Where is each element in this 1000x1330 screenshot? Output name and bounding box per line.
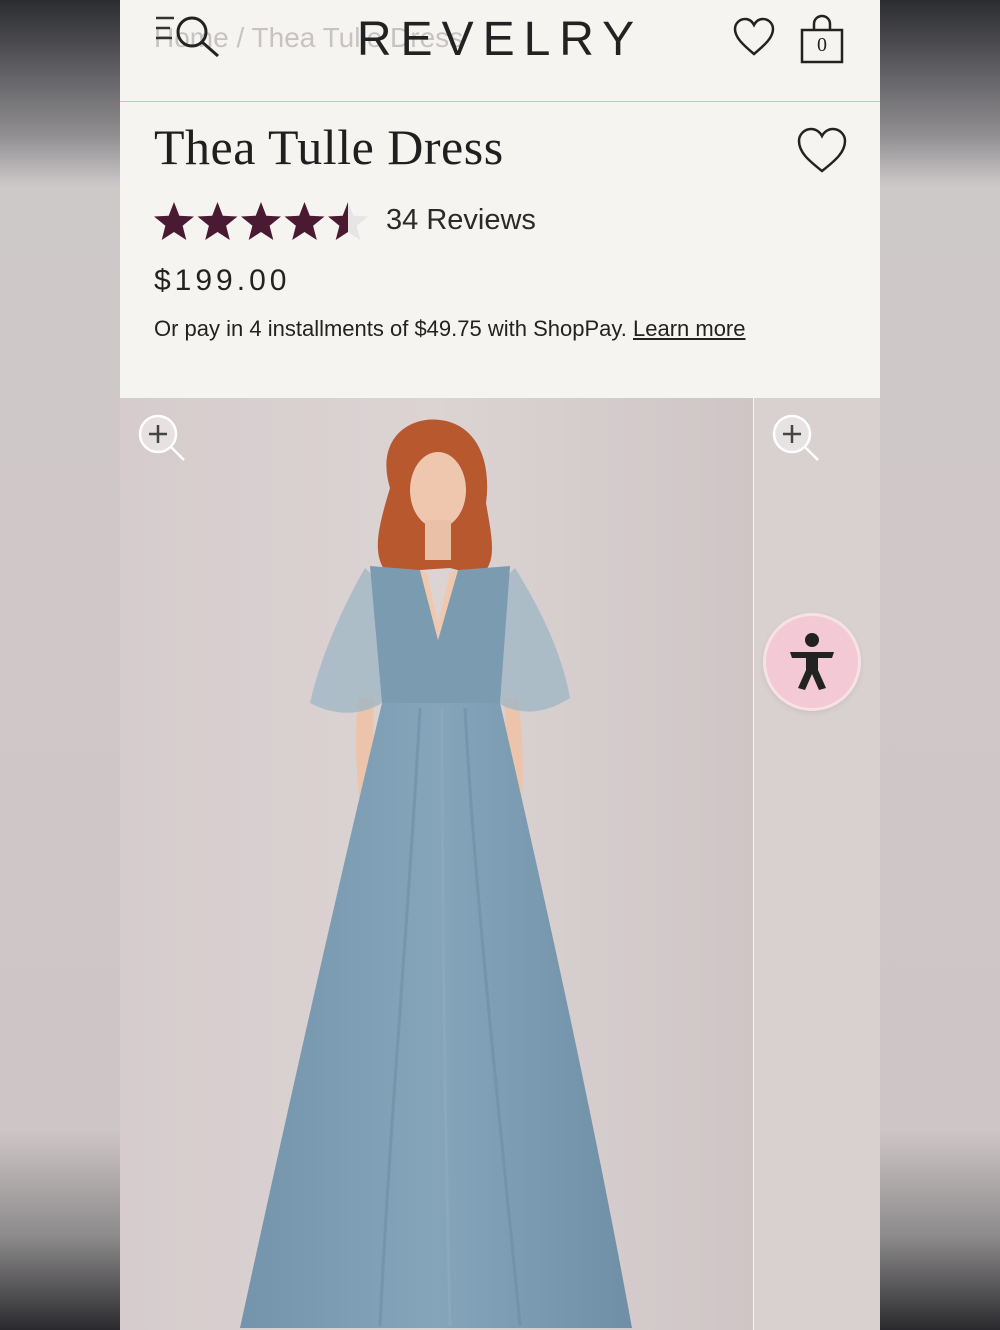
product-gallery[interactable] — [120, 398, 880, 1330]
add-to-wishlist-heart-icon[interactable] — [796, 126, 848, 176]
star-icon — [197, 202, 238, 240]
installments-message: Or pay in 4 installments of $49.75 with … — [154, 316, 627, 341]
rating-stars[interactable] — [152, 200, 372, 244]
heart-icon[interactable] — [732, 16, 776, 60]
accessibility-icon — [790, 633, 834, 690]
accessibility-button[interactable] — [766, 616, 858, 708]
learn-more-link[interactable]: Learn more — [633, 316, 746, 341]
star-icon — [284, 202, 325, 240]
site-header: Home / Thea Tulle Dress REVELRY 0 — [120, 0, 880, 102]
cart-count: 0 — [817, 34, 827, 56]
product-price: $199.00 — [154, 264, 291, 297]
product-image-next[interactable] — [754, 398, 880, 1330]
zoom-in-icon[interactable] — [770, 412, 822, 464]
product-image-main[interactable] — [120, 398, 753, 1330]
installments-text: Or pay in 4 installments of $49.75 with … — [154, 316, 746, 342]
star-icon — [154, 202, 194, 240]
model-wearing-dress-image — [120, 398, 753, 1330]
star-icon — [328, 202, 368, 240]
product-title: Thea Tulle Dress — [154, 119, 504, 175]
reviews-link[interactable]: 34 Reviews — [386, 204, 536, 237]
zoom-in-icon[interactable] — [136, 412, 188, 464]
star-icon — [241, 202, 281, 240]
product-page: Home / Thea Tulle Dress REVELRY 0 Thea T… — [120, 0, 880, 1330]
cart-button[interactable]: 0 — [800, 14, 844, 64]
